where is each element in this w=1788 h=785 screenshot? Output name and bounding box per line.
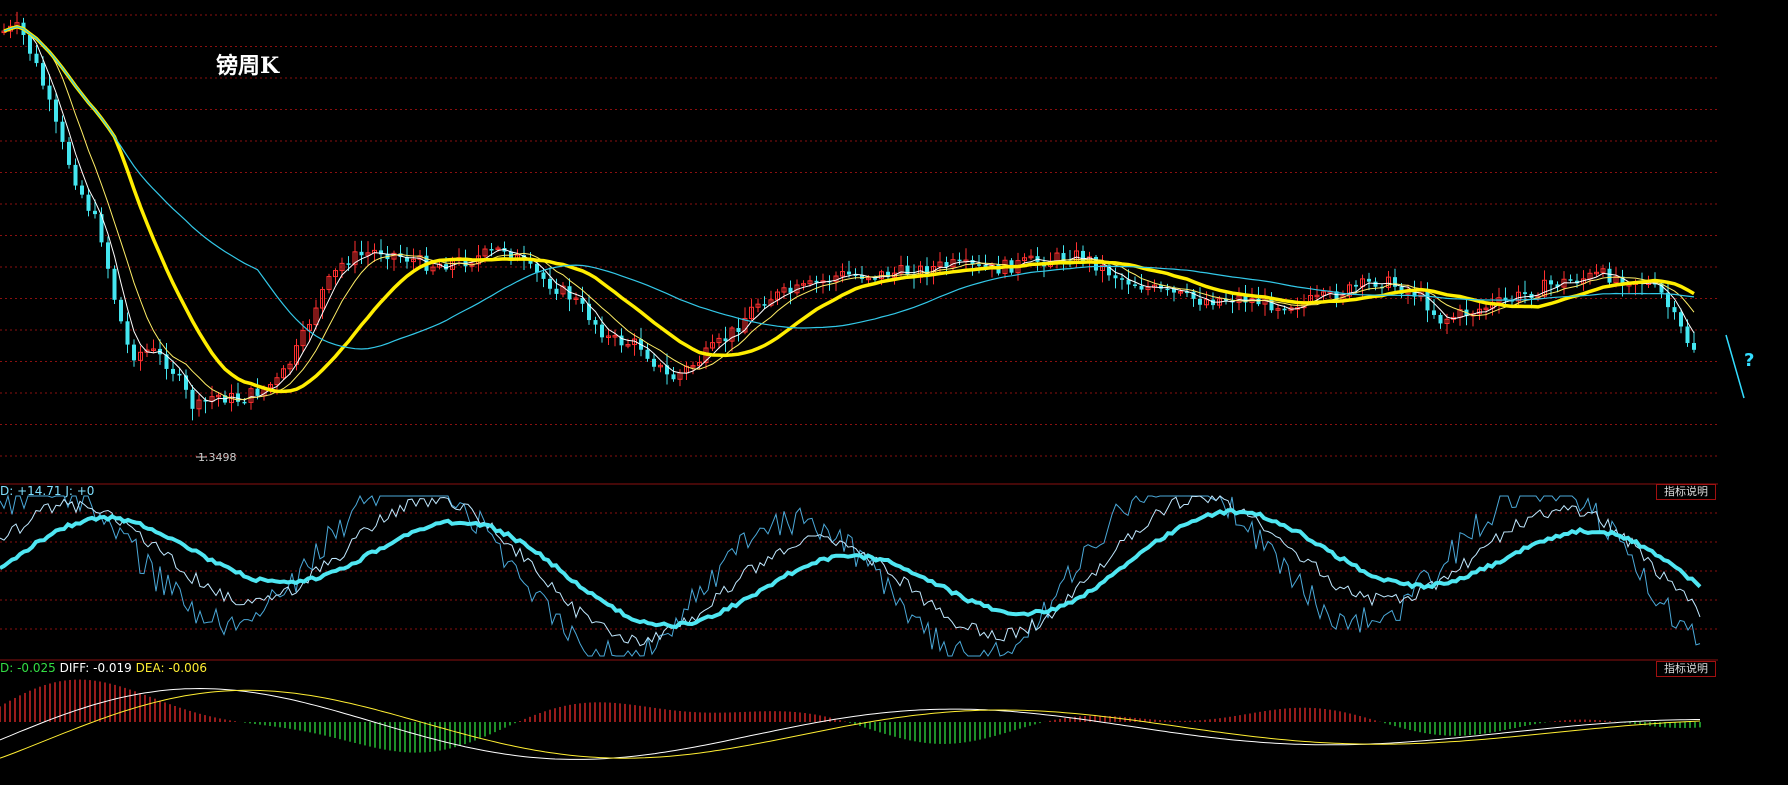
dea-value: DEA: -0.006 [135, 661, 208, 675]
projection-line [1725, 334, 1745, 399]
candle-down [541, 272, 546, 279]
price-grid [0, 14, 1718, 661]
candle-down [1139, 285, 1144, 290]
candle-down [60, 121, 65, 142]
forex-chart [0, 11, 1745, 760]
candle-down [255, 388, 260, 396]
candle-down [671, 374, 676, 380]
candle-down [190, 389, 195, 409]
candle-down [1113, 275, 1118, 279]
candle-down [54, 99, 58, 122]
question-mark: ? [1744, 350, 1755, 371]
kdj-values: D: +14.71 J: +0 [0, 484, 95, 498]
kdj-d-line [0, 508, 1702, 630]
candle-down [112, 268, 117, 300]
candle-down [41, 63, 45, 86]
candle-down [73, 164, 78, 186]
candle-down [645, 349, 650, 359]
candle-down [86, 194, 91, 211]
candle-down [762, 304, 767, 306]
ma-thick-line [3, 24, 1695, 394]
candle-down [944, 262, 949, 267]
candle-down [67, 141, 71, 165]
candle-down [1120, 278, 1124, 280]
candle-down [1607, 268, 1612, 283]
candle-down [1692, 343, 1696, 350]
macd-indicator [0, 679, 1701, 760]
candle-down [47, 85, 52, 100]
candle-down [593, 320, 598, 325]
candle-down [1282, 308, 1287, 311]
candle-down [1425, 290, 1430, 311]
candle-down [125, 321, 130, 345]
candle-down [1666, 292, 1670, 308]
candle-down [957, 259, 962, 262]
candle-down [723, 338, 728, 342]
chart-title: 镑周K [216, 53, 280, 79]
moving-average-lines [3, 24, 1695, 403]
candle-down [1523, 292, 1527, 294]
kdj-j-line [0, 494, 1701, 657]
candle-down [1165, 288, 1170, 291]
candle-down [1373, 281, 1378, 287]
candle-down [93, 210, 97, 215]
candle-down [106, 242, 110, 269]
candle-down [548, 278, 552, 289]
candle-down [977, 264, 981, 266]
candle-down [1354, 284, 1358, 287]
candle-down [132, 344, 136, 361]
candle-down [1549, 280, 1553, 285]
candle-down [1198, 298, 1202, 305]
candle-down [1133, 284, 1137, 286]
candle-down [535, 263, 539, 273]
low-price-annotation: 1.3498 [198, 451, 237, 464]
candle-down [34, 53, 39, 64]
ma-short-line [3, 26, 1695, 403]
macd-value: D: -0.025 [0, 661, 56, 675]
candle-down [242, 401, 247, 404]
candle-down [359, 251, 364, 256]
candle-down [171, 368, 175, 374]
kdj-explain-button[interactable]: 指标说明 [1656, 484, 1716, 500]
macd-explain-button[interactable]: 指标说明 [1656, 661, 1716, 677]
candle-down [28, 34, 32, 54]
candle-down [346, 263, 351, 265]
candle-down [119, 299, 123, 322]
candle-down [554, 288, 559, 294]
candle-down [1679, 312, 1683, 327]
candle-down [736, 328, 741, 333]
candle-down [1367, 278, 1371, 282]
ma-mid-line [3, 26, 1695, 401]
candle-down [1568, 279, 1573, 281]
candle-down [1432, 310, 1436, 315]
macd-values: D: -0.025 DIFF: -0.019 DEA: -0.006 [0, 661, 207, 675]
candle-down [847, 271, 851, 275]
candle-down [80, 185, 84, 195]
candle-down [600, 324, 604, 338]
candle-down [1438, 314, 1443, 324]
diff-value: DIFF: -0.019 [59, 661, 132, 675]
kdj-indicator [0, 494, 1702, 657]
candle-down [652, 358, 656, 367]
candle-down [873, 278, 877, 280]
candle-down [1685, 326, 1690, 344]
candle-down [489, 249, 494, 251]
candle-down [177, 373, 182, 376]
candle-down [1672, 307, 1677, 313]
